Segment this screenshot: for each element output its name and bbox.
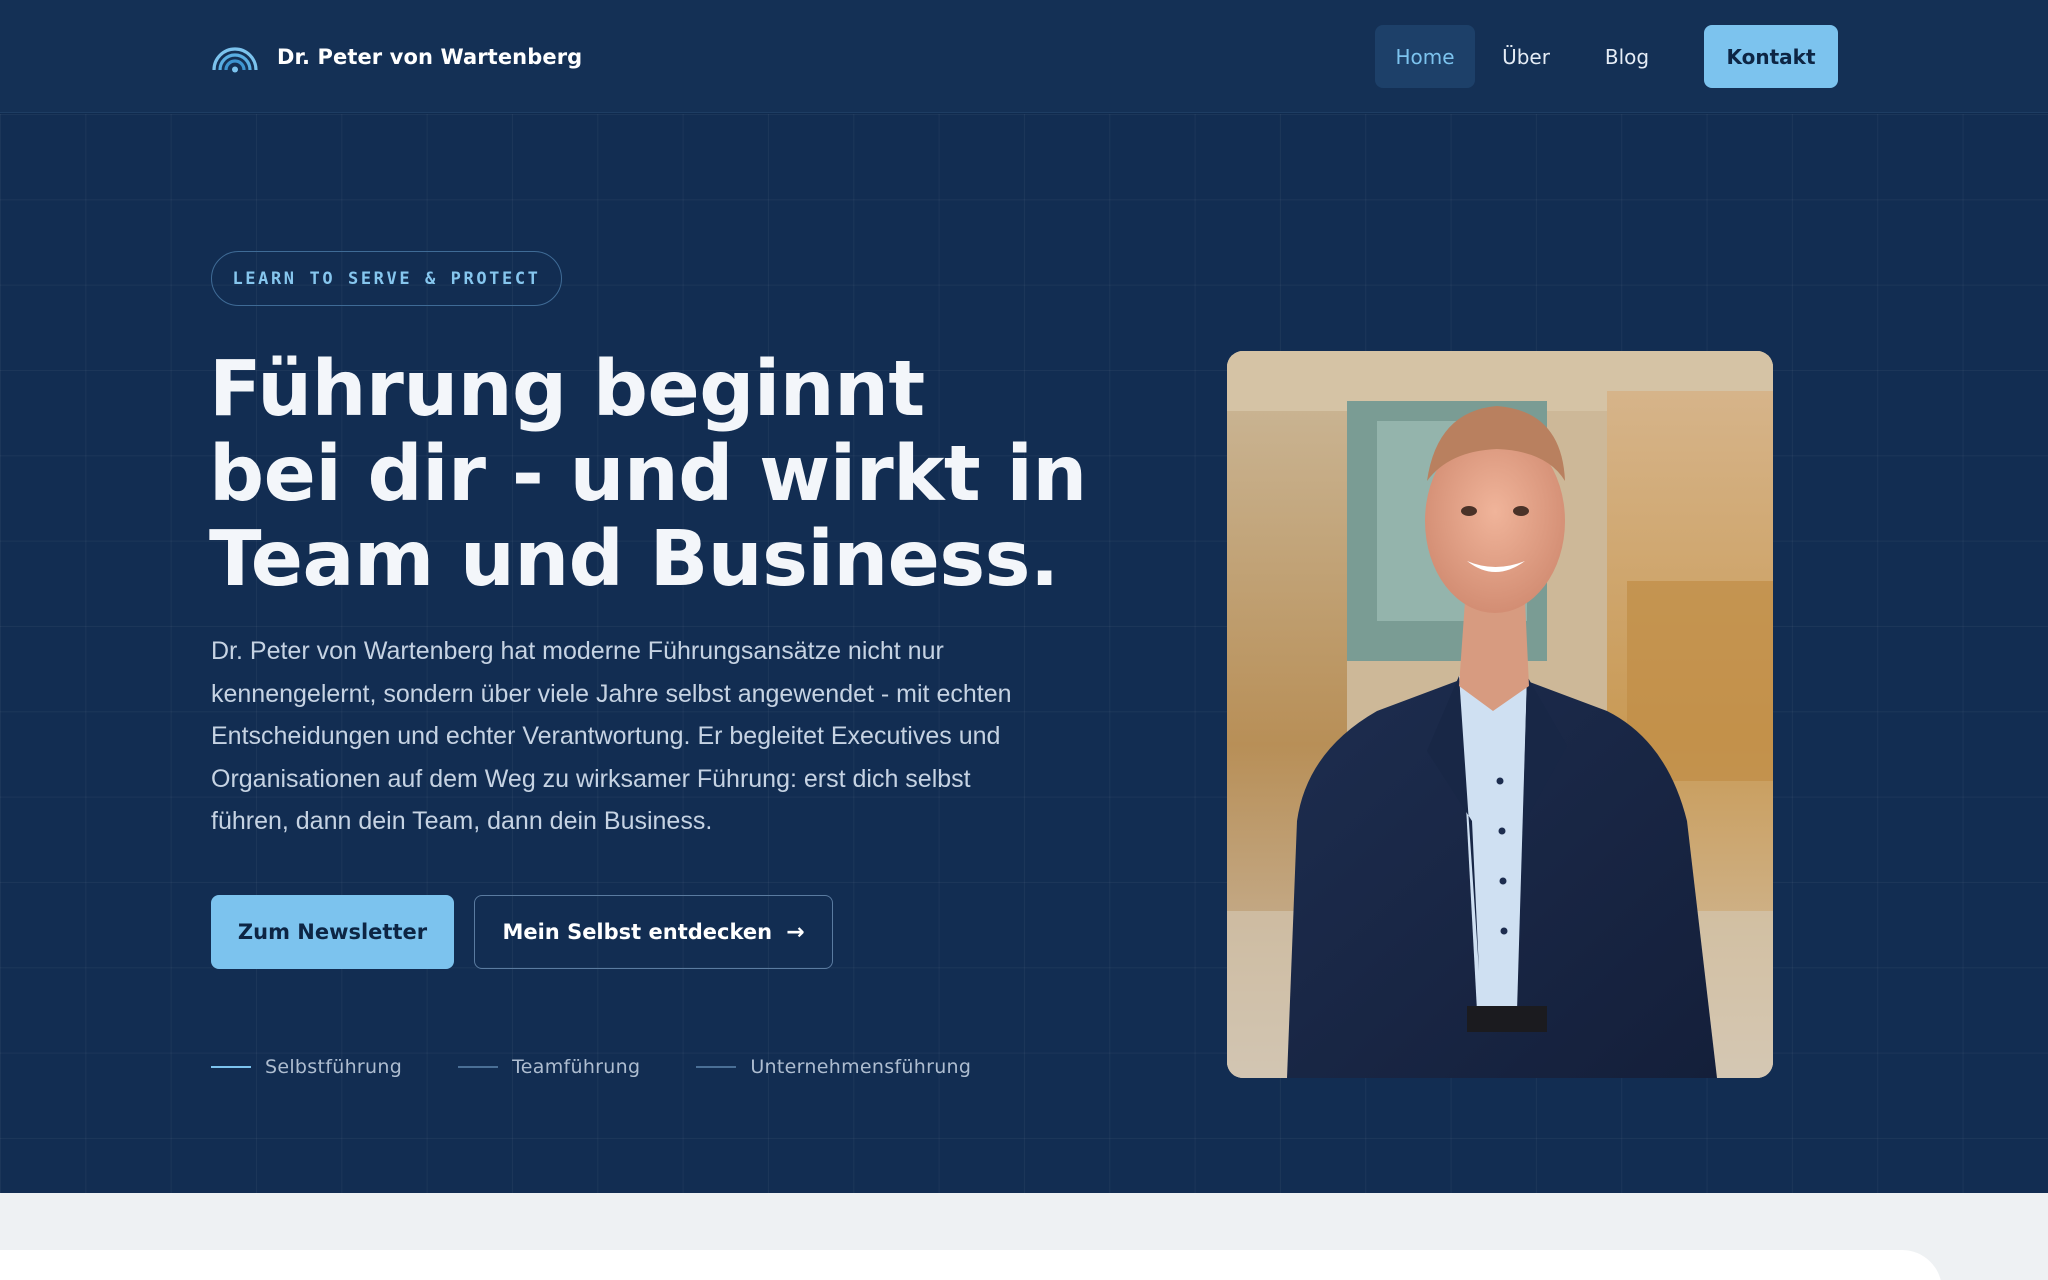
- pillar-selbstfuehrung: Selbstführung: [211, 1056, 402, 1078]
- headline-line: Team und Business.: [209, 515, 1059, 604]
- main-nav: Home Über Blog Kontakt: [1375, 25, 1838, 88]
- pillar-label: Unternehmensführung: [750, 1056, 972, 1078]
- headline-line: Führung beginnt: [209, 345, 925, 434]
- hero-section: LEARN TO SERVE & PROTECT Führung beginnt…: [0, 114, 2048, 1193]
- tagline-badge: LEARN TO SERVE & PROTECT: [211, 251, 562, 306]
- nav-item-home[interactable]: Home: [1375, 25, 1475, 88]
- leadership-pillars: Selbstführung Teamführung Unternehmensfü…: [211, 1052, 1027, 1082]
- arrow-right-icon: →: [786, 919, 805, 945]
- page: Dr. Peter von Wartenberg Home Über Blog …: [0, 0, 2048, 1280]
- pillar-label: Selbstführung: [265, 1056, 403, 1078]
- discover-self-label: Mein Selbst entdecken: [502, 920, 773, 944]
- rainbow-arc-logo-icon: [212, 47, 258, 73]
- contact-button[interactable]: Kontakt: [1704, 25, 1838, 88]
- content-card: [0, 1250, 1942, 1280]
- brand-name: Dr. Peter von Wartenberg: [277, 45, 583, 69]
- pillar-indicator: [211, 1066, 251, 1068]
- pillar-label: Teamführung: [512, 1056, 641, 1078]
- pillar-indicator: [696, 1066, 737, 1068]
- pillar-teamfuehrung: Teamführung: [458, 1056, 640, 1078]
- portrait-photo: [1227, 351, 1773, 1078]
- discover-self-button[interactable]: Mein Selbst entdecken →: [474, 895, 833, 969]
- headline-line: bei dir - und wirkt in: [209, 430, 1087, 519]
- hero-intro-text: Dr. Peter von Wartenberg hat moderne Füh…: [211, 637, 1012, 835]
- brand-link[interactable]: Dr. Peter von Wartenberg: [211, 36, 582, 78]
- pillar-unternehmensfuehrung: Unternehmensführung: [696, 1056, 971, 1078]
- site-header: Dr. Peter von Wartenberg Home Über Blog …: [0, 0, 2048, 113]
- newsletter-button[interactable]: Zum Newsletter: [211, 895, 454, 969]
- nav-item-blog[interactable]: Blog: [1577, 25, 1677, 88]
- hero-headline: Führung beginnt bei dir - und wirkt in T…: [209, 347, 1109, 602]
- pillar-indicator: [458, 1066, 499, 1068]
- nav-item-ueber[interactable]: Über: [1476, 25, 1576, 88]
- portrait-illustration: [1227, 351, 1773, 1078]
- next-section: [0, 1193, 2048, 1280]
